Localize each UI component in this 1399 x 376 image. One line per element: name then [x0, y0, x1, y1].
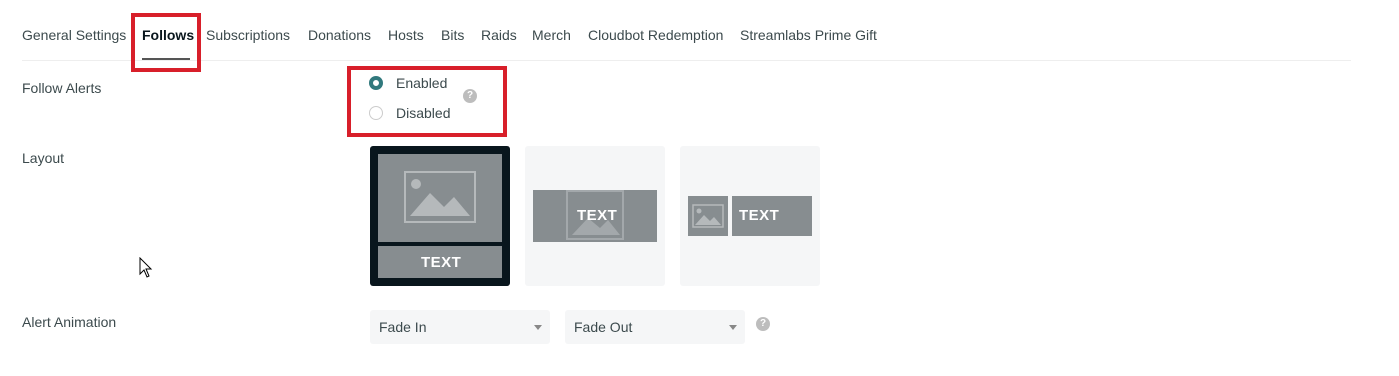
- animation-in-select[interactable]: Fade In: [370, 310, 550, 344]
- radio-enabled-button[interactable]: [369, 76, 383, 90]
- layout-label: Layout: [22, 150, 65, 166]
- radio-disabled[interactable]: Disabled: [369, 105, 450, 121]
- animation-out-select[interactable]: Fade Out: [565, 310, 745, 344]
- layout-image-area: [688, 196, 728, 236]
- layout-text-label: TEXT: [577, 207, 618, 224]
- tab-donations[interactable]: Donations: [308, 27, 371, 43]
- radio-enabled[interactable]: Enabled: [369, 75, 447, 91]
- layout-option-image-beside-text[interactable]: TEXT: [680, 146, 820, 286]
- alert-animation-help-icon[interactable]: ?: [756, 317, 770, 331]
- follow-alerts-label: Follow Alerts: [22, 80, 102, 96]
- layout-image-area: [378, 154, 502, 242]
- layout-option-text-over-image[interactable]: TEXT: [525, 146, 665, 286]
- layout-option-image-above-text[interactable]: TEXT: [370, 146, 510, 286]
- tab-raids[interactable]: Raids: [481, 27, 517, 43]
- radio-disabled-button[interactable]: [369, 106, 383, 120]
- animation-out-value: Fade Out: [574, 319, 633, 335]
- tab-subscriptions[interactable]: Subscriptions: [206, 27, 290, 43]
- tab-streamlabs-prime-gift[interactable]: Streamlabs Prime Gift: [740, 27, 877, 43]
- tab-cloudbot-redemption[interactable]: Cloudbot Redemption: [588, 27, 723, 43]
- highlight-box-follows-tab: [131, 13, 201, 72]
- image-placeholder-icon: [404, 171, 476, 223]
- tab-bits[interactable]: Bits: [441, 27, 464, 43]
- tab-hosts[interactable]: Hosts: [388, 27, 424, 43]
- alert-animation-label: Alert Animation: [22, 314, 117, 330]
- mouse-cursor-icon: [139, 257, 153, 278]
- follow-alerts-help-icon[interactable]: ?: [463, 89, 477, 103]
- animation-in-value: Fade In: [379, 319, 427, 335]
- radio-enabled-label: Enabled: [396, 75, 448, 91]
- layout-text-area: TEXT: [732, 196, 812, 236]
- radio-disabled-label: Disabled: [396, 105, 451, 121]
- chevron-down-icon: [729, 325, 737, 330]
- layout-text-label: TEXT: [421, 254, 462, 271]
- image-placeholder-icon: [692, 204, 724, 228]
- layout-text-label: TEXT: [739, 207, 780, 224]
- layout-text-area: TEXT: [378, 246, 502, 278]
- tab-merch[interactable]: Merch: [532, 27, 571, 43]
- layout-image-area: TEXT: [533, 190, 657, 242]
- tab-general-settings[interactable]: General Settings: [22, 27, 126, 43]
- chevron-down-icon: [534, 325, 542, 330]
